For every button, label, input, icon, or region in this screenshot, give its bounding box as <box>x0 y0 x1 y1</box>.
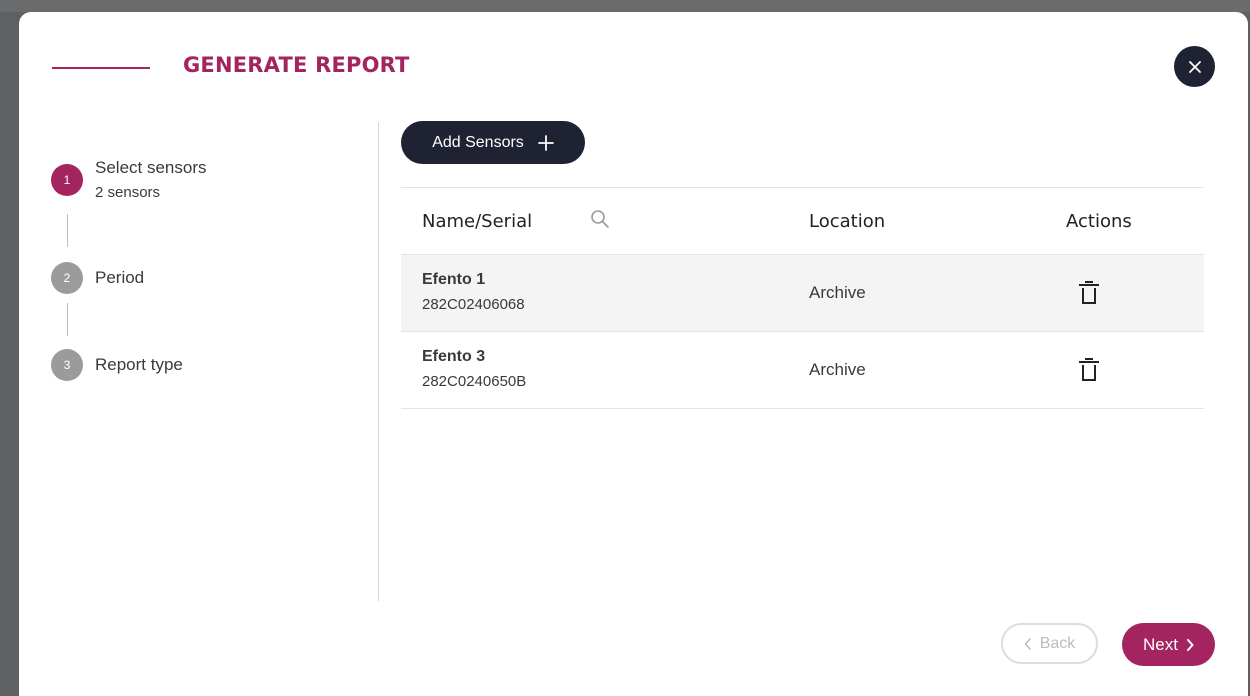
dialog-title: GENERATE REPORT <box>183 53 410 77</box>
sensors-table: Name/Serial Location Actions Efento 1 28… <box>401 187 1204 409</box>
step-connector <box>67 214 68 247</box>
sensor-name: Efento 1 <box>422 271 486 288</box>
trash-icon <box>1079 358 1099 381</box>
next-label: Next <box>1143 634 1178 654</box>
back-button[interactable]: Back <box>1001 623 1098 664</box>
vertical-divider <box>378 122 379 601</box>
step-1-sublabel: 2 sensors <box>95 184 161 201</box>
column-header-name-serial: Name/Serial <box>422 211 533 232</box>
table-row: Efento 1 282C02406068 Archive <box>401 255 1204 332</box>
column-header-location: Location <box>809 211 886 232</box>
step-2-label: Period <box>95 268 145 287</box>
add-sensors-label: Add Sensors <box>432 133 524 151</box>
table-header: Name/Serial Location Actions <box>401 188 1204 255</box>
step-1-number: 1 <box>51 164 83 196</box>
add-sensors-button[interactable]: Add Sensors <box>401 121 585 164</box>
generate-report-dialog: GENERATE REPORT 1 Select sensors 2 senso… <box>19 12 1248 696</box>
backdrop <box>0 0 1250 12</box>
close-icon <box>1188 60 1201 73</box>
close-button[interactable] <box>1174 46 1215 87</box>
chevron-left-icon <box>1024 637 1031 650</box>
delete-sensor-button[interactable] <box>1078 280 1100 306</box>
trash-icon <box>1079 281 1099 304</box>
step-connector <box>67 303 68 336</box>
sensor-location: Archive <box>809 283 866 302</box>
step-2-number: 2 <box>51 262 83 294</box>
step-3-number: 3 <box>51 349 83 381</box>
sensor-serial: 282C0240650B <box>422 373 527 390</box>
sensor-serial: 282C02406068 <box>422 296 525 313</box>
sensor-location: Archive <box>809 360 866 379</box>
title-accent-line <box>52 67 150 69</box>
column-header-actions: Actions <box>1066 211 1132 232</box>
step-1-label: Select sensors <box>95 158 207 177</box>
step-3-label: Report type <box>95 355 183 374</box>
delete-sensor-button[interactable] <box>1078 357 1100 383</box>
chevron-right-icon <box>1186 638 1194 651</box>
next-button[interactable]: Next <box>1122 623 1215 666</box>
back-label: Back <box>1039 634 1076 652</box>
search-icon[interactable] <box>588 207 612 231</box>
table-row: Efento 3 282C0240650B Archive <box>401 332 1204 409</box>
plus-icon <box>537 134 554 151</box>
sensor-name: Efento 3 <box>422 348 486 365</box>
